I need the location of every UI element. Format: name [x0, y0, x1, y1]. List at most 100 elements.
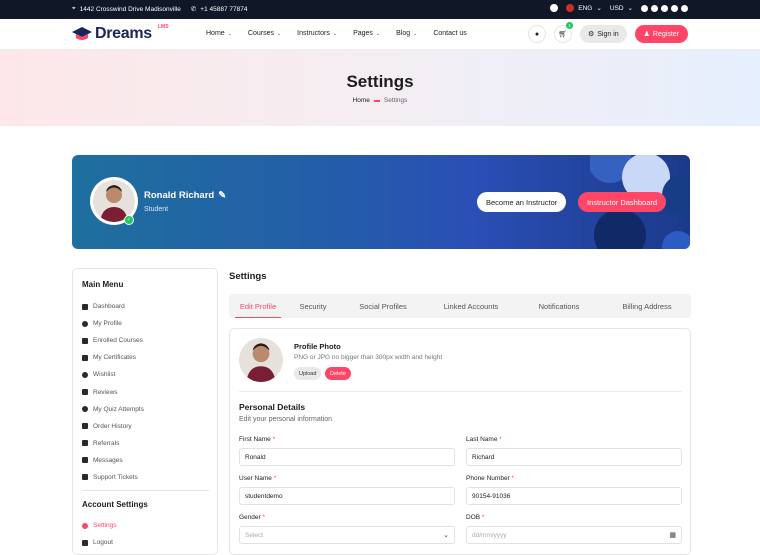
delete-button[interactable]: Delete — [325, 367, 351, 380]
cart-button[interactable]: 🛒︎ 1 — [553, 22, 573, 43]
breadcrumb: Home Settings — [0, 97, 760, 104]
currency-select[interactable]: USD ⌄ — [610, 4, 633, 13]
gender-select[interactable]: Select ⌄ — [239, 526, 455, 544]
tab-edit-profile[interactable]: Edit Profile — [229, 294, 287, 318]
sidebar-item-my-quiz-attempts[interactable]: My Quiz Attempts — [82, 401, 144, 418]
x-icon[interactable] — [671, 4, 678, 12]
chevron-down-icon: ⌄ — [443, 532, 449, 539]
graduation-cap-icon — [72, 27, 92, 40]
user-name-label: User Name * — [239, 475, 277, 482]
tab-security[interactable]: Security — [287, 294, 339, 318]
sidebar-item-enrolled-courses[interactable]: Enrolled Courses — [82, 332, 144, 349]
settings-tabs: Edit Profile Security Social Profiles Li… — [229, 294, 691, 318]
profile-photo-hint: PNG or JPG no bigger than 300px width an… — [294, 354, 443, 361]
linkedin-icon[interactable] — [681, 4, 688, 12]
sidebar: Main Menu Dashboard My Profile Enrolled … — [72, 268, 218, 555]
lock-icon: ⚙︎ — [587, 31, 595, 38]
instructor-dashboard-button[interactable]: Instructor Dashboard — [578, 192, 667, 212]
message-icon — [82, 457, 88, 464]
card-divider — [239, 391, 682, 392]
chevron-down-icon: ⌄ — [227, 30, 232, 37]
nav-pages[interactable]: Pages ⌄ — [353, 30, 380, 37]
nav-instructors[interactable]: Instructors ⌄ — [297, 30, 337, 37]
user-name-field[interactable]: studentdemo — [239, 487, 455, 505]
share-icon — [82, 440, 88, 447]
become-instructor-button[interactable]: Become an Instructor — [477, 192, 567, 212]
sidebar-item-support-tickets[interactable]: Support Tickets — [82, 469, 144, 486]
tab-notifications[interactable]: Notifications — [515, 294, 603, 318]
cart-icon: 🛒︎ — [558, 31, 568, 38]
sidebar-item-settings[interactable]: Settings — [82, 517, 117, 534]
phone-info[interactable]: ✆ +1 45887 77874 — [190, 5, 248, 14]
logo-text: Dreams — [95, 25, 152, 42]
phone-number-field[interactable]: 90154-91036 — [466, 487, 682, 505]
chevron-down-icon: ⌄ — [375, 30, 381, 37]
gender-label: Gender * — [239, 514, 266, 521]
profile-hero: ✓ Ronald Richard ✎ Student Become an Ins… — [72, 155, 690, 249]
breadcrumb-home[interactable]: Home — [353, 97, 370, 104]
last-name-field[interactable]: Richard — [466, 448, 682, 466]
main-menu-list: Dashboard My Profile Enrolled Courses My… — [82, 298, 144, 486]
ticket-icon — [82, 474, 88, 481]
instagram-icon[interactable] — [651, 4, 658, 12]
sidebar-item-logout[interactable]: Logout — [82, 534, 117, 551]
tab-social-profiles[interactable]: Social Profiles — [339, 294, 427, 318]
nav-courses[interactable]: Courses ⌄ — [248, 30, 281, 37]
dob-field[interactable]: dd/mm/yyyy ▦ — [466, 526, 682, 544]
breadcrumb-banner: Settings Home Settings — [0, 50, 760, 126]
dark-mode-button[interactable]: ● — [527, 25, 546, 43]
chevron-down-icon: ⌄ — [413, 30, 418, 37]
edit-profile-card: Profile Photo PNG or JPG no bigger than … — [229, 328, 691, 555]
language-value: ENG — [578, 4, 593, 12]
logout-icon — [82, 539, 88, 546]
grid-icon — [82, 303, 88, 310]
register-button[interactable]: ♟︎ Register — [634, 25, 688, 43]
facebook-icon[interactable] — [641, 4, 648, 12]
theme-toggle-icon[interactable] — [550, 4, 559, 12]
sidebar-item-dashboard[interactable]: Dashboard — [82, 298, 144, 315]
edit-icon[interactable]: ✎ — [218, 190, 226, 201]
first-name-field[interactable]: Ronald — [239, 448, 455, 466]
social-links — [641, 4, 688, 12]
receipt-icon — [82, 423, 88, 430]
nav-home[interactable]: Home ⌄ — [206, 30, 232, 37]
phone-number-label: Phone Number * — [466, 475, 515, 482]
sidebar-item-referrals[interactable]: Referrals — [82, 435, 144, 452]
sidebar-item-order-history[interactable]: Order History — [82, 418, 144, 435]
tab-billing-address[interactable]: Billing Address — [603, 294, 691, 318]
top-bar: ⌖ 1442 Crosswind Drive Madisonville ✆ +1… — [0, 0, 760, 19]
sidebar-item-my-profile[interactable]: My Profile — [82, 315, 144, 332]
address-text: 1442 Crosswind Drive Madisonville — [79, 5, 181, 13]
main-nav: Home ⌄ Courses ⌄ Instructors ⌄ Pages ⌄ Blog ⌄… — [206, 30, 483, 37]
location-icon: ⌖ — [72, 5, 76, 12]
dribbble-icon[interactable] — [661, 4, 668, 12]
personal-details-subtitle: Edit your personal information — [239, 416, 332, 423]
profile-photo — [239, 338, 283, 382]
language-select[interactable]: ENG ⌄ — [566, 4, 602, 12]
verified-icon: ✓ — [124, 215, 134, 225]
phone-icon: ✆ — [190, 6, 197, 13]
upload-button[interactable]: Upload — [294, 367, 322, 380]
main-header: Dreams LMS Home ⌄ Courses ⌄ Instructors ⌄ P… — [0, 19, 760, 50]
logo[interactable]: Dreams LMS — [72, 24, 169, 43]
sidebar-item-reviews[interactable]: Reviews — [82, 383, 144, 400]
sidebar-item-messages[interactable]: Messages — [82, 452, 144, 469]
gear-icon — [82, 522, 88, 529]
signin-button[interactable]: ⚙︎ Sign in — [579, 25, 627, 43]
personal-details-title: Personal Details — [239, 402, 306, 412]
account-settings-title: Account Settings — [82, 500, 148, 509]
account-menu-list: Settings Logout — [82, 517, 117, 551]
quiz-icon — [82, 406, 88, 413]
tab-linked-accounts[interactable]: Linked Accounts — [427, 294, 515, 318]
flag-icon — [566, 4, 575, 12]
user-add-icon: ♟︎ — [643, 31, 650, 38]
nav-blog[interactable]: Blog ⌄ — [396, 30, 417, 37]
sidebar-item-my-certificates[interactable]: My Certificates — [82, 349, 144, 366]
calendar-icon: ▦ — [669, 532, 676, 539]
chevron-down-icon: ⌄ — [276, 30, 282, 37]
nav-contact[interactable]: Contact us — [433, 30, 466, 37]
phone-text: +1 45887 77874 — [200, 5, 248, 13]
sidebar-item-wishlist[interactable]: Wishlist — [82, 366, 144, 383]
user-icon — [82, 320, 88, 327]
dob-label: DOB * — [466, 514, 485, 521]
